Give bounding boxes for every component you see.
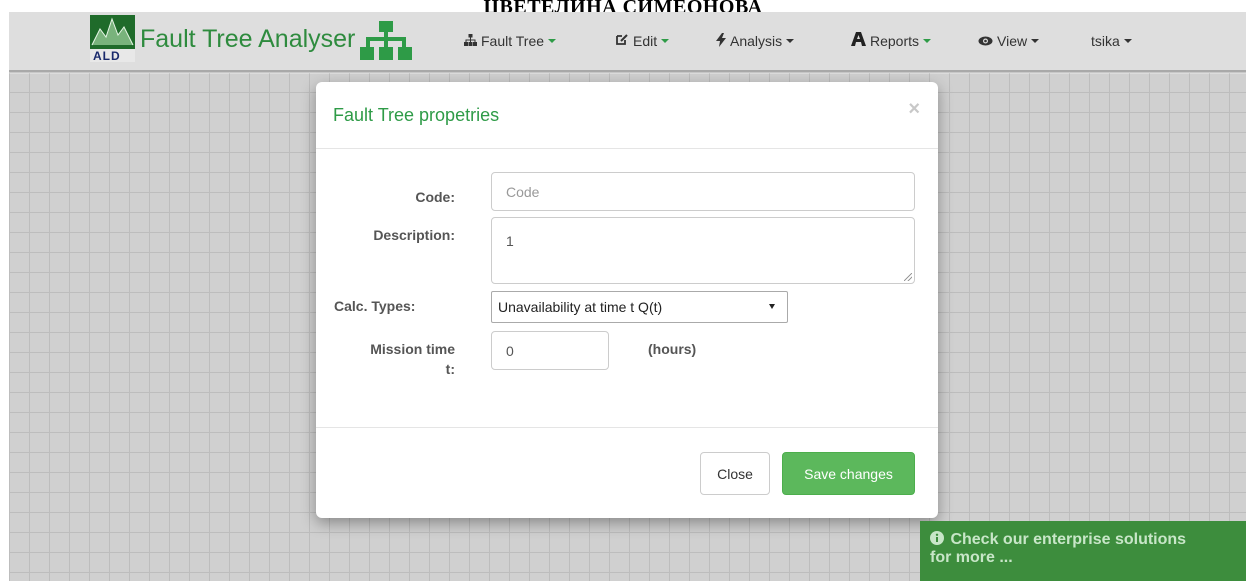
- calc-types-value: Unavailability at time t Q(t): [498, 299, 663, 315]
- mission-time-label: Mission time t:: [336, 339, 455, 379]
- modal-title: Fault Tree propetries: [333, 105, 500, 125]
- menu-view[interactable]: View: [978, 12, 1040, 70]
- menu-edit[interactable]: Edit: [615, 12, 670, 70]
- menu-fault-tree[interactable]: Fault Tree: [464, 12, 557, 70]
- code-label: Code:: [415, 189, 455, 205]
- reports-icon: [851, 31, 866, 51]
- description-textarea[interactable]: 1: [491, 217, 915, 284]
- edit-icon: [615, 33, 629, 49]
- enterprise-banner[interactable]: Check our enterprise solutions for more …: [920, 521, 1246, 581]
- menu-fault-tree-label: Fault Tree: [481, 33, 545, 49]
- menu-user[interactable]: tsika: [1091, 12, 1132, 70]
- mission-time-value: 0: [506, 342, 514, 359]
- navbar: ALD Fault Tree Analyser Fault Tree Edit …: [9, 12, 1246, 72]
- menu-analysis[interactable]: Analysis: [716, 12, 795, 70]
- network-icon: [360, 21, 413, 60]
- calc-types-select[interactable]: Unavailability at time t Q(t): [491, 291, 788, 323]
- caret-down-icon: [1123, 39, 1132, 43]
- fault-tree-properties-dialog: Fault Tree propetries × Code: Code Descr…: [316, 82, 938, 518]
- mission-time-units: (hours): [648, 341, 697, 357]
- close-button[interactable]: Close: [700, 452, 770, 495]
- menu-analysis-label: Analysis: [730, 33, 783, 49]
- ald-logo: ALD: [90, 14, 135, 63]
- sitemap-icon: [464, 33, 477, 49]
- brand-title: Fault Tree Analyser: [140, 24, 356, 53]
- caret-down-icon: [923, 39, 932, 43]
- save-changes-button[interactable]: Save changes: [782, 452, 915, 495]
- code-input[interactable]: Code: [491, 172, 915, 211]
- dropdown-arrow-icon: [769, 304, 775, 309]
- menu-reports-label: Reports: [870, 33, 920, 49]
- enterprise-banner-line2: for more ...: [930, 549, 1013, 566]
- document-heading-text: ЦВЕТЕЛИНА СИМЕОНОВА: [483, 0, 763, 12]
- app-canvas[interactable]: ALD Fault Tree Analyser Fault Tree Edit …: [9, 12, 1246, 581]
- close-icon[interactable]: ×: [908, 98, 920, 121]
- calc-types-label: Calc. Types:: [334, 298, 416, 314]
- brand[interactable]: ALD Fault Tree Analyser: [90, 13, 413, 63]
- modal-header: Fault Tree propetries ×: [316, 82, 938, 149]
- info-icon: [930, 531, 944, 545]
- mission-time-label-line1: Mission time: [370, 341, 455, 357]
- eye-icon: [978, 33, 993, 49]
- menu-reports[interactable]: Reports: [851, 12, 932, 70]
- modal-footer: Close Save changes: [316, 427, 938, 518]
- mission-time-label-line2: t:: [445, 361, 455, 377]
- caret-down-icon: [786, 39, 795, 43]
- description-label: Description:: [373, 227, 455, 243]
- mission-time-input[interactable]: 0: [491, 331, 609, 370]
- resize-handle-icon[interactable]: [904, 273, 912, 281]
- bolt-icon: [716, 32, 726, 50]
- caret-down-icon: [661, 39, 670, 43]
- enterprise-banner-line1: Check our enterprise solutions: [950, 531, 1187, 548]
- caret-down-icon: [548, 39, 557, 43]
- description-value: 1: [506, 233, 514, 249]
- menu-view-label: View: [997, 33, 1028, 49]
- menu-user-label: tsika: [1091, 33, 1120, 49]
- document-heading: ЦВЕТЕЛИНА СИМЕОНОВА: [0, 0, 1246, 12]
- menu-edit-label: Edit: [633, 33, 658, 49]
- logo-text: ALD: [93, 48, 121, 63]
- caret-down-icon: [1031, 39, 1040, 43]
